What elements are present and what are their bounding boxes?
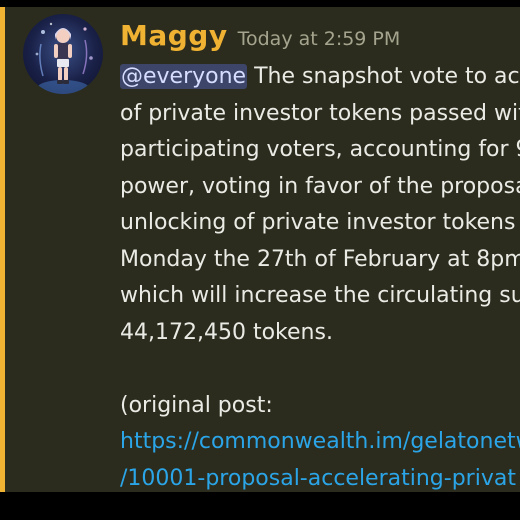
original-post-link-line-1[interactable]: https://commonwealth.im/gelatonetw <box>120 424 520 461</box>
bottom-edge <box>0 492 520 520</box>
message-line: 44,172,450 tokens. <box>120 319 333 345</box>
author-name[interactable]: Maggy <box>120 19 228 52</box>
everyone-mention[interactable]: @everyone <box>120 64 248 89</box>
message-header: Maggy Today at 2:59 PM <box>120 19 400 52</box>
avatar-image-icon <box>35 22 93 94</box>
message-line: power, voting in favor of the proposa <box>120 173 520 199</box>
message-line: participating voters, accounting for 9 <box>120 137 520 162</box>
message-line-text: The snapshot vote to acc <box>247 64 520 89</box>
message-line: which will increase the circulating su <box>120 283 520 308</box>
message-line: @everyone The snapshot vote to acc <box>120 59 520 96</box>
avatar[interactable] <box>23 14 103 94</box>
message-line: unlocking of private investor tokens w <box>120 210 520 235</box>
original-post-link-line-2[interactable]: /10001-proposal-accelerating-privat <box>120 461 520 493</box>
message-content: @everyone The snapshot vote to acc of pr… <box>120 59 520 492</box>
original-post-label: (original post: <box>120 392 273 418</box>
message-timestamp: Today at 2:59 PM <box>237 28 401 50</box>
message-line: of private investor tokens passed wit <box>120 100 520 126</box>
message-panel: Maggy Today at 2:59 PM @everyone The snap… <box>0 7 520 492</box>
top-edge <box>0 0 520 7</box>
mention-highlight-bar <box>0 7 5 492</box>
message-line: Monday the 27th of February at 8pm <box>120 246 520 272</box>
